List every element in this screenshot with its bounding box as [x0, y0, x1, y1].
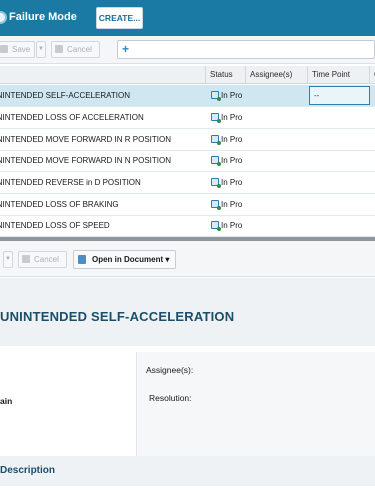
failure-mode-icon [0, 11, 7, 24]
row-name: UNINTENDED REVERSE in D POSITION [0, 178, 141, 187]
table-row[interactable]: UNINTENDED LOSS OF ACCELERATION In Pro [0, 107, 375, 129]
description-title: Description [0, 465, 56, 476]
column-header-assignees[interactable]: Assignee(s) [245, 66, 307, 84]
cancel-button[interactable]: Cancel [51, 41, 100, 58]
add-item-input[interactable]: + [117, 40, 375, 59]
table-row[interactable]: UNINTENDED LOSS OF SPEED In Pro [0, 215, 375, 237]
resolution-label: Resolution: [149, 393, 192, 403]
column-header-more[interactable]: C [369, 66, 375, 84]
status-icon [211, 200, 221, 210]
detail-cancel-button[interactable]: Cancel [18, 251, 67, 268]
column-header-time-point[interactable]: Time Point [307, 66, 369, 84]
table-row[interactable]: UNINTENDED LOSS OF BRAKING In Pro [0, 194, 375, 216]
row-name: UNINTENDED MOVE FORWARD IN R POSITION [0, 135, 172, 144]
save-options-dropdown[interactable]: ▼ [36, 41, 46, 58]
status-icon [211, 178, 221, 188]
status-icon [211, 221, 221, 231]
table-header: Status Assignee(s) Time Point C [0, 66, 375, 84]
table-row[interactable]: UNINTENDED MOVE FORWARD IN R POSITION In… [0, 129, 375, 151]
table-row[interactable]: UNINTENDED MOVE FORWARD IN N POSITION In… [0, 150, 375, 172]
app-header: Failure Mode CREATE... [0, 0, 375, 36]
assignee-label: Assignee(s): [146, 365, 194, 375]
save-button[interactable]: Save [0, 41, 35, 58]
detail-options-dropdown[interactable]: ▼ [3, 251, 13, 268]
row-status: In Pro [211, 194, 244, 215]
page-title: Failure Mode [9, 11, 77, 23]
detail-title: UNINTENDED SELF-ACCELERATION [0, 309, 235, 324]
open-in-document-label: Open in Document [92, 255, 164, 264]
open-in-document-button[interactable]: Open in Document ▾ [73, 250, 176, 269]
row-status: In Pro [211, 107, 244, 128]
row-name: UNINTENDED LOSS OF ACCELERATION [0, 113, 144, 122]
document-icon [78, 255, 86, 264]
row-status: In Pro [211, 129, 244, 150]
plus-icon[interactable]: + [122, 42, 129, 57]
create-button[interactable]: CREATE... [96, 7, 143, 29]
left-field-label: ain [0, 396, 13, 406]
row-status: In Pro [211, 85, 244, 106]
status-icon [211, 135, 221, 145]
description-section-header [0, 456, 375, 486]
row-status: In Pro [211, 150, 244, 171]
row-name: UNINTENDED LOSS OF SPEED [0, 221, 110, 230]
row-status: In Pro [211, 172, 244, 193]
cancel-icon [22, 255, 30, 263]
time-point-cell-editor[interactable]: -- [309, 86, 370, 105]
table-row[interactable]: UNINTENDED REVERSE in D POSITION In Pro [0, 172, 375, 194]
chevron-down-icon: ▾ [165, 255, 170, 264]
row-name: UNINTENDED SELF-ACCELERATION [0, 91, 130, 100]
save-icon [0, 45, 8, 53]
cancel-icon [55, 45, 63, 53]
status-icon [211, 156, 221, 166]
cancel-label: Cancel [67, 45, 92, 54]
row-name: UNINTENDED MOVE FORWARD IN N POSITION [0, 156, 172, 165]
column-header-status[interactable]: Status [205, 66, 245, 84]
status-icon [211, 91, 221, 101]
detail-cancel-label: Cancel [34, 255, 59, 264]
save-label: Save [12, 45, 31, 54]
row-name: UNINTENDED LOSS OF BRAKING [0, 200, 119, 209]
status-icon [211, 113, 221, 123]
row-status: In Pro [211, 215, 244, 236]
